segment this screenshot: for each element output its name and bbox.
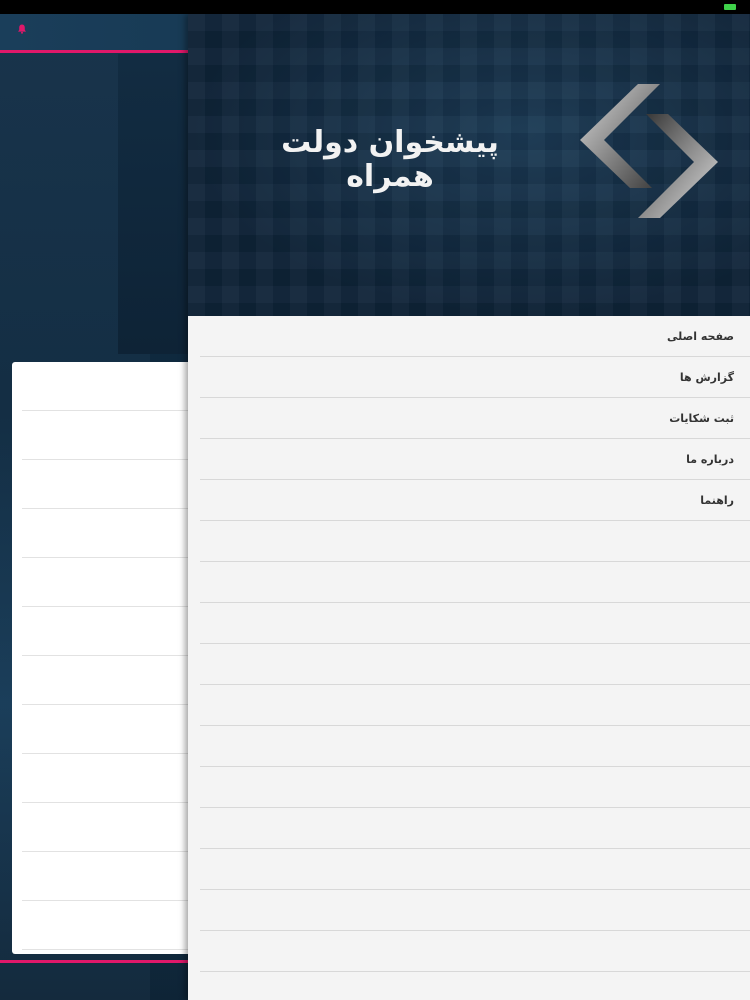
menu-item-label: ثبت شکایات: [669, 411, 734, 425]
list-item[interactable]: [22, 754, 192, 803]
list-item[interactable]: [22, 558, 192, 607]
list-item[interactable]: [22, 460, 192, 509]
list-item[interactable]: [22, 607, 192, 656]
empty-row: [200, 890, 750, 931]
list-item[interactable]: [22, 411, 192, 460]
empty-row: [200, 972, 750, 1000]
empty-row: [200, 521, 750, 562]
empty-row: [200, 931, 750, 972]
app-root: پیشخوان دولت همراه صفحه اصلی گزارش ها ثب…: [0, 0, 750, 1000]
list-item[interactable]: [22, 509, 192, 558]
menu-item-home[interactable]: صفحه اصلی: [200, 316, 750, 357]
menu-item-label: راهنما: [700, 493, 734, 507]
menu-item-label: گزارش ها: [679, 370, 734, 384]
empty-row: [200, 644, 750, 685]
navigation-drawer: پیشخوان دولت همراه صفحه اصلی گزارش ها ثب…: [188, 14, 750, 1000]
list-item[interactable]: [22, 803, 192, 852]
background-panel: [118, 54, 198, 354]
empty-row: [200, 562, 750, 603]
list-item[interactable]: [22, 901, 192, 950]
empty-row: [200, 767, 750, 808]
bell-icon[interactable]: [17, 24, 27, 34]
battery-icon: [724, 4, 736, 10]
list-item[interactable]: [22, 362, 192, 411]
empty-row: [200, 726, 750, 767]
drawer-menu: صفحه اصلی گزارش ها ثبت شکایات درباره ما …: [188, 316, 750, 1000]
menu-item-help[interactable]: راهنما: [200, 480, 750, 521]
status-bar: [0, 0, 750, 14]
menu-item-label: صفحه اصلی: [667, 329, 734, 343]
drawer-banner: پیشخوان دولت همراه: [188, 14, 750, 316]
menu-item-about[interactable]: درباره ما: [200, 439, 750, 480]
background-list: [12, 362, 202, 954]
menu-item-complaints[interactable]: ثبت شکایات: [200, 398, 750, 439]
menu-item-reports[interactable]: گزارش ها: [200, 357, 750, 398]
menu-item-label: درباره ما: [686, 452, 734, 466]
brand-title: پیشخوان دولت همراه: [281, 125, 499, 194]
list-item[interactable]: [22, 852, 192, 901]
empty-row: [200, 603, 750, 644]
app-logo-icon: [580, 84, 718, 218]
list-item[interactable]: [22, 656, 192, 705]
list-item[interactable]: [22, 705, 192, 754]
empty-row: [200, 808, 750, 849]
empty-row: [200, 685, 750, 726]
empty-row: [200, 849, 750, 890]
